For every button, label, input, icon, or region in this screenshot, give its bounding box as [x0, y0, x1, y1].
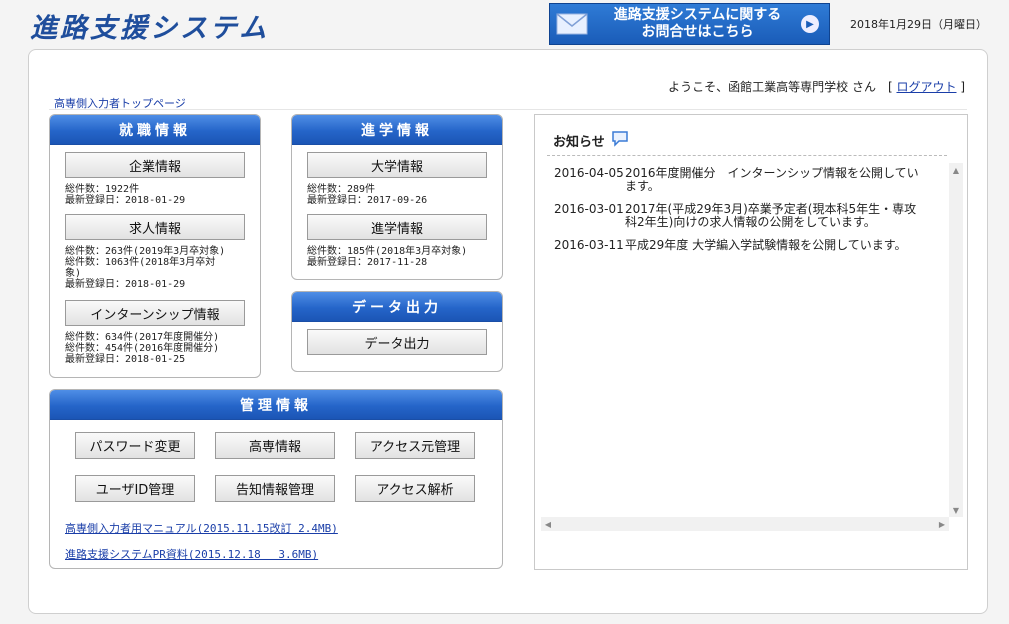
- internship-info-button[interactable]: インターンシップ情報: [65, 300, 245, 326]
- welcome-suffix: ]: [956, 80, 965, 94]
- data-output-panel-title: データ出力: [292, 292, 502, 322]
- news-text: 2017年(平成29年3月)卒業予定者(現本科5年生・専攻科2年生)向けの求人情…: [625, 202, 917, 229]
- job-info-button[interactable]: 求人情報: [65, 214, 245, 240]
- scroll-left-icon[interactable]: ◀: [541, 517, 555, 531]
- further-education-panel-title: 進学情報: [292, 115, 502, 145]
- contact-banner[interactable]: 進路支援システムに関する お問合せはこちら ▶: [549, 3, 830, 45]
- employment-panel: 就職情報 企業情報 総件数：1922件 最新登録日：2018-01-29 求人情…: [49, 114, 261, 378]
- further-education-panel: 進学情報 大学情報 総件数：289件 最新登録日：2017-09-26 進学情報…: [291, 114, 503, 280]
- admin-panel-title: 管理情報: [50, 390, 502, 420]
- employment-panel-title: 就職情報: [50, 115, 260, 145]
- school-info-button[interactable]: 高専情報: [215, 432, 335, 459]
- password-change-button[interactable]: パスワード変更: [75, 432, 195, 459]
- manual-link[interactable]: 高専側入力者用マニュアル(2015.11.15改訂 2.4MB): [65, 520, 338, 536]
- user-id-button[interactable]: ユーザID管理: [75, 475, 195, 502]
- current-date: 2018年1月29日（月曜日）: [850, 18, 987, 31]
- news-item: 2016-04-05 2016年度開催分 インターンシップ情報を公開しています。: [541, 167, 949, 193]
- news-list: 2016-04-05 2016年度開催分 インターンシップ情報を公開しています。…: [541, 163, 949, 517]
- access-source-button[interactable]: アクセス元管理: [355, 432, 475, 459]
- access-analysis-button[interactable]: アクセス解析: [355, 475, 475, 502]
- news-date: 2016-03-01: [554, 202, 624, 216]
- advancement-info-button[interactable]: 進学情報: [307, 214, 487, 240]
- app-logo: 進路支援システム: [30, 13, 270, 44]
- data-output-panel: データ出力 データ出力: [291, 291, 503, 372]
- horizontal-scrollbar[interactable]: ◀ ▶: [541, 517, 949, 531]
- scroll-down-icon[interactable]: ▼: [949, 503, 963, 517]
- news-item: 2016-03-01 2017年(平成29年3月)卒業予定者(現本科5年生・専攻…: [541, 203, 949, 229]
- divider: [49, 109, 967, 110]
- vertical-scrollbar[interactable]: ▲ ▼: [949, 163, 963, 517]
- news-panel: お知らせ 2016-04-05 2016年度開催分 インターンシップ情報を公開し…: [534, 114, 968, 570]
- news-title: お知らせ: [553, 129, 629, 151]
- data-output-button[interactable]: データ出力: [307, 329, 487, 355]
- main-frame: ようこそ、函館工業高等専門学校 さん [ ログアウト ] 高専側入力者トップペー…: [28, 49, 988, 614]
- banner-line1: 進路支援システムに関する: [613, 7, 782, 23]
- welcome-prefix: ようこそ、函館工業高等専門学校 さん [: [668, 80, 897, 94]
- scroll-up-icon[interactable]: ▲: [949, 163, 963, 177]
- news-date: 2016-04-05: [554, 166, 624, 180]
- welcome-message: ようこそ、函館工業高等専門学校 さん [ ログアウト ]: [668, 78, 965, 95]
- company-info-stats: 総件数：1922件 最新登録日：2018-01-29: [65, 184, 186, 206]
- news-title-text: お知らせ: [553, 134, 605, 150]
- news-divider: [547, 155, 947, 156]
- news-text: 平成29年度 大学編入学試験情報を公開しています。: [625, 238, 907, 252]
- advancement-info-stats: 総件数：185件(2018年3月卒対象) 最新登録日：2017-11-28: [307, 246, 468, 268]
- pr-material-link[interactable]: 進路支援システムPR資料(2015.12.18 3.6MB): [65, 546, 318, 562]
- play-arrow-icon: ▶: [801, 15, 819, 33]
- speech-bubble-icon: [611, 129, 629, 151]
- internship-info-stats: 総件数：634件(2017年度開催分) 総件数：454件(2016年度開催分) …: [65, 332, 220, 365]
- admin-panel: 管理情報 パスワード変更 高専情報 アクセス元管理 ユーザID管理 告知情報管理…: [49, 389, 503, 569]
- university-info-stats: 総件数：289件 最新登録日：2017-09-26: [307, 184, 428, 206]
- news-date: 2016-03-11: [554, 238, 624, 252]
- news-item: 2016-03-11 平成29年度 大学編入学試験情報を公開しています。: [541, 239, 949, 252]
- news-text: 2016年度開催分 インターンシップ情報を公開しています。: [625, 166, 919, 193]
- job-info-stats: 総件数：263件(2019年3月卒対象) 総件数：1063件(2018年3月卒対…: [65, 246, 226, 290]
- company-info-button[interactable]: 企業情報: [65, 152, 245, 178]
- notice-admin-button[interactable]: 告知情報管理: [215, 475, 335, 502]
- logout-link[interactable]: ログアウト: [896, 80, 956, 94]
- envelope-icon: [550, 4, 594, 44]
- university-info-button[interactable]: 大学情報: [307, 152, 487, 178]
- banner-line2: お問合せはこちら: [641, 24, 754, 40]
- scroll-right-icon[interactable]: ▶: [935, 517, 949, 531]
